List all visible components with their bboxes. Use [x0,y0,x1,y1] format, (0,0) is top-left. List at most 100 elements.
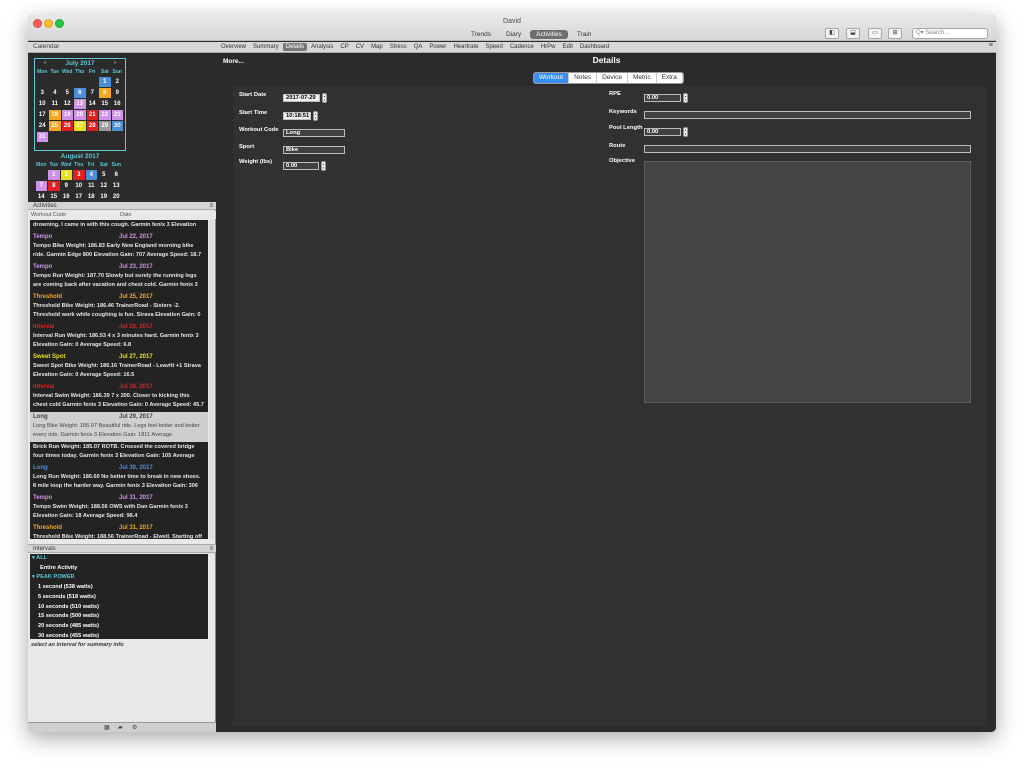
calendar-day[interactable]: 3 [37,88,49,98]
tab-cadence[interactable]: Cadence [507,43,537,51]
calendar-day[interactable]: 24 [37,121,49,131]
workout-code-field[interactable]: Long [283,129,345,137]
calendar-day[interactable]: 10 [37,99,49,109]
calendar-day[interactable]: 15 [99,99,111,109]
intervals-menu-icon[interactable]: ≡ [209,545,213,554]
start-date-field[interactable]: 2017-07-29 [283,94,320,102]
tab-qa[interactable]: QA [411,43,426,51]
search-input[interactable]: Q▾ Search... [912,28,988,39]
next-month-icon[interactable]: ▸ [114,59,117,68]
subtab-device[interactable]: Device [597,73,628,83]
start-date-stepper[interactable]: ▴ ▾ [322,93,327,103]
calendar-day[interactable]: 1 [99,76,111,87]
activity-row[interactable]: Long Jul 29, 2017 Long Bike Weight: 185.07… [30,411,208,442]
calendar-day[interactable]: 10 [73,181,85,191]
pool-length-stepper[interactable]: ▴ ▾ [683,127,688,137]
rpe-field[interactable]: 0.00 [644,94,681,102]
activity-row[interactable]: Interval Jul 26, 2017 Interval Run Weight:… [30,322,208,352]
activity-row[interactable]: Threshold Jul 31, 2017 Threshold Bike Weig… [30,523,208,540]
calendar-day[interactable]: 13 [74,98,86,109]
tab-dashboard[interactable]: Dashboard [577,43,612,51]
tab-heartrate[interactable]: Heartrate [450,43,481,51]
interval-item[interactable]: ▾ ALL [30,554,208,564]
weight-field[interactable]: 0.00 [283,162,319,170]
calendar-day[interactable]: 5 [62,88,74,98]
calendar-day[interactable]: 21 [86,109,98,120]
tab-speed[interactable]: Speed [482,43,505,51]
tab-power[interactable]: Power [426,43,449,51]
calendar-day[interactable]: 6 [74,87,86,98]
tab-map[interactable]: Map [368,43,386,51]
hamburger-menu-icon[interactable]: ≡ [989,42,993,49]
calendar-day[interactable]: 11 [86,181,98,191]
subtab-notes[interactable]: Notes [569,73,598,83]
sport-field[interactable]: Bike [283,146,345,154]
rpe-stepper[interactable]: ▴ ▾ [683,93,688,103]
start-time-field[interactable]: 10:18:51 [283,112,311,120]
calendar-day[interactable]: 12 [62,99,74,109]
calendar-day[interactable]: 7 [35,180,47,191]
folder-icon[interactable]: ▰ [118,724,123,731]
calendar-day[interactable]: 16 [61,192,73,202]
activities-scrollbar[interactable] [209,220,214,539]
view-trends[interactable]: Trends [465,30,497,39]
prev-month-icon[interactable]: ◂ [43,59,46,68]
column-date[interactable]: Date [120,211,132,219]
interval-item[interactable]: 15 seconds (500 watts) [30,612,208,622]
calendar-day[interactable]: 2 [112,77,124,87]
interval-item[interactable]: Entire Activity [30,564,208,574]
calendar-day[interactable]: 23 [111,109,123,120]
calendar-day[interactable]: 18 [49,109,61,120]
calendar-day[interactable]: 11 [49,99,61,109]
activity-row[interactable]: drowning. I came in with this cough. Gar… [30,220,208,232]
calendar-day[interactable]: 15 [48,192,60,202]
subtab-workout[interactable]: Workout [534,73,570,83]
calendar-day[interactable]: 3 [73,169,85,180]
tab-edit[interactable]: Edit [560,43,576,51]
calendar-day[interactable]: 16 [112,99,124,109]
subtab-extra[interactable]: Extra [657,73,683,83]
tab-mode-icon[interactable]: ⊞ [888,28,902,39]
activity-row[interactable]: Interval Jul 28, 2017 Interval Swim Weight… [30,382,208,412]
calendar-day[interactable]: 14 [36,192,48,202]
calendar-day[interactable]: 31 [36,131,48,142]
calendar-day[interactable]: 19 [98,192,110,202]
calendar-day[interactable]: 29 [99,120,111,131]
calendar-day[interactable]: 14 [87,99,99,109]
view-activities[interactable]: Activities [530,30,568,39]
column-workout-code[interactable]: Workout Code [31,211,66,219]
activity-row[interactable]: Brick Run Weight: 185.07 ROTB. Crossed t… [30,442,208,463]
calendar-day[interactable]: 26 [61,120,73,131]
tab-cp[interactable]: CP [337,43,351,51]
interval-item[interactable]: ▾ PEAK POWER [30,573,208,583]
start-time-stepper[interactable]: ▴ ▾ [313,111,318,121]
calendar-day[interactable]: 8 [99,87,111,98]
route-field[interactable] [644,145,971,153]
interval-item[interactable]: 1 second (538 watts) [30,583,208,593]
calendar-icon[interactable]: ▦ [104,724,110,731]
activity-row[interactable]: Tempo Jul 22, 2017 Tempo Bike Weight: 186.… [30,232,208,262]
calendar-day[interactable]: 9 [61,181,73,191]
weight-stepper[interactable]: ▴ ▾ [321,161,326,171]
activity-row[interactable]: Sweet Spot Jul 27, 2017 Sweet Spot Bike We… [30,352,208,382]
subtab-metric[interactable]: Metric [628,73,657,83]
calendar-day[interactable]: 12 [98,181,110,191]
calendar-day[interactable]: 2 [60,169,72,180]
interval-item[interactable]: 10 seconds (510 watts) [30,603,208,613]
interval-item[interactable]: 30 seconds (455 watts) [30,632,208,639]
calendar-day[interactable]: 6 [111,170,123,180]
tab-analysis[interactable]: Analysis [308,43,336,51]
tab-details[interactable]: Details [282,43,308,51]
keywords-field[interactable] [644,111,971,119]
calendar-day[interactable]: 17 [73,192,85,202]
activity-row[interactable]: Long Jul 30, 2017 Long Run Weight: 186.60 … [30,463,208,493]
pool-length-field[interactable]: 0.00 [644,128,681,136]
activity-row[interactable]: Threshold Jul 25, 2017 Threshold Bike Weig… [30,292,208,322]
calendar-day[interactable]: 20 [74,109,86,120]
tab-stress[interactable]: Stress [387,43,410,51]
calendar-day[interactable]: 19 [61,109,73,120]
calendar-day[interactable]: 22 [99,109,111,120]
calendar-day[interactable]: 8 [48,180,60,191]
activity-row[interactable]: Tempo Jul 23, 2017 Tempo Run Weight: 187.7… [30,262,208,292]
calendar-day[interactable]: 4 [85,169,97,180]
